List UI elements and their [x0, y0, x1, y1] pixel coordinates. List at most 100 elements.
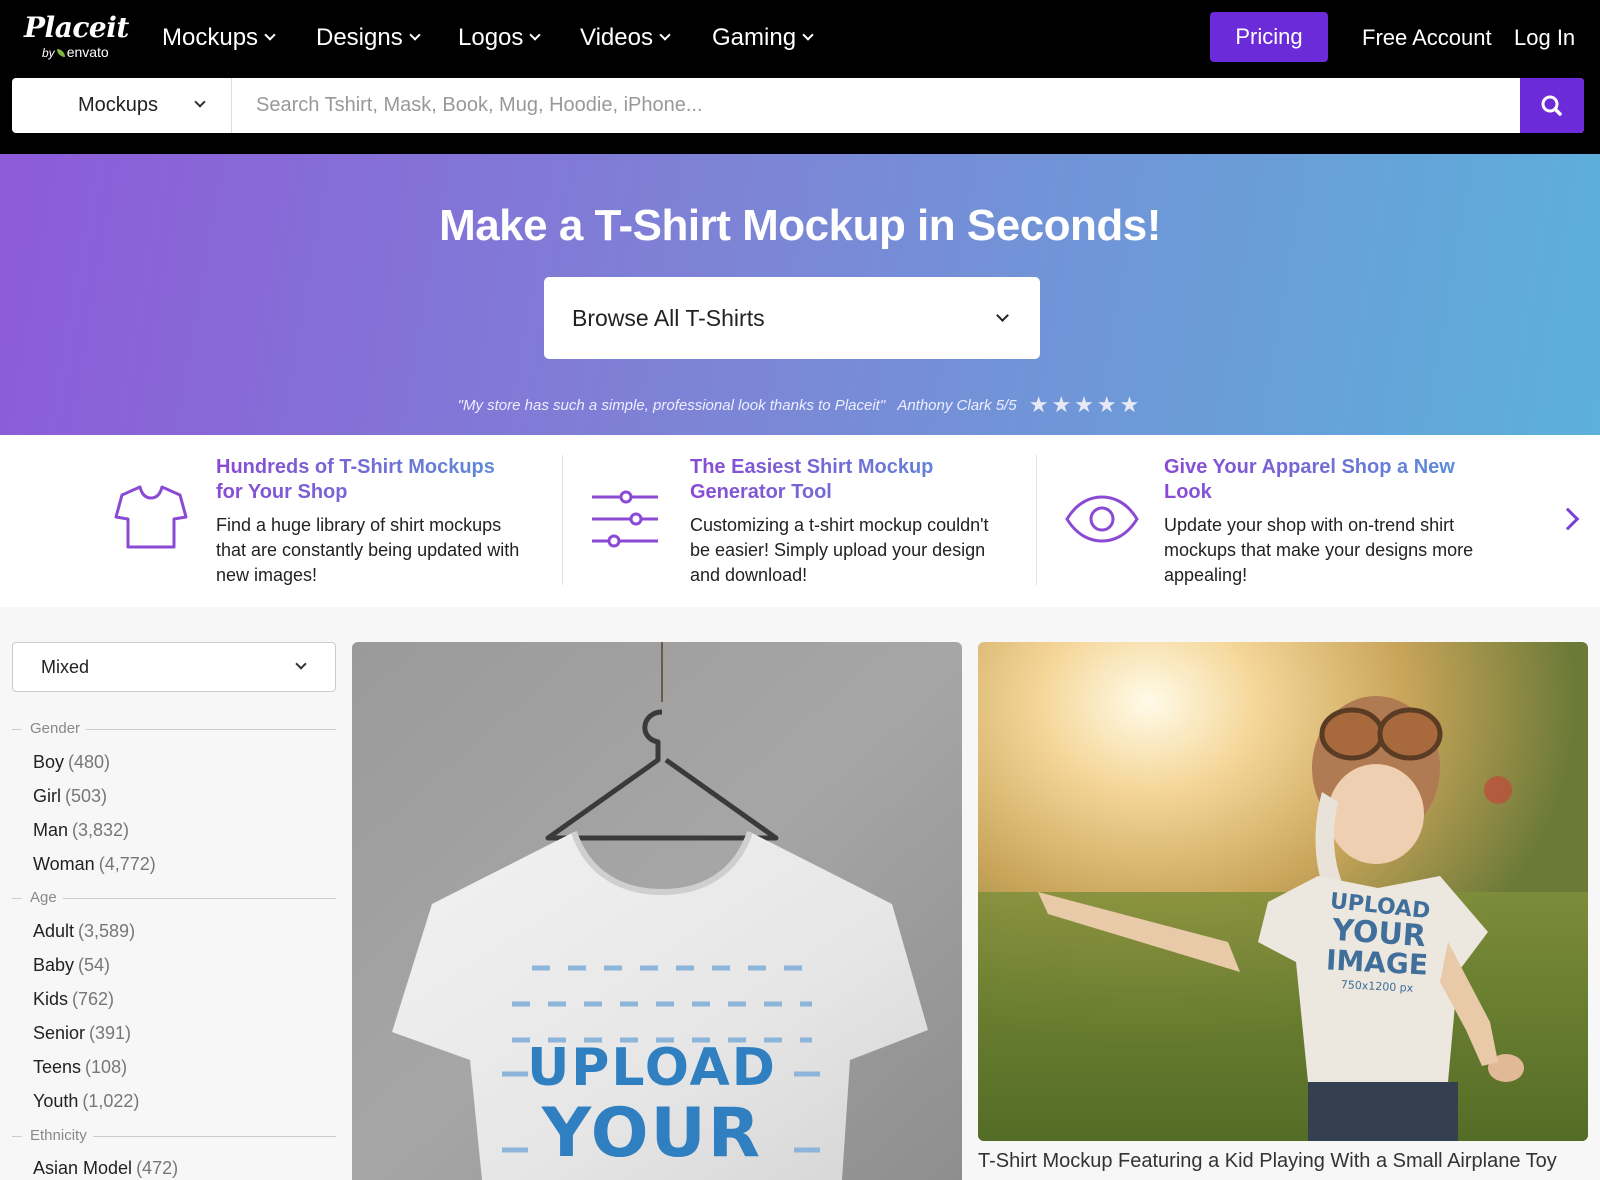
filter-item-asian-model[interactable]: Asian Model (472)	[33, 1156, 178, 1180]
free-account-link[interactable]: Free Account	[1362, 22, 1492, 54]
logo-by: by	[42, 46, 55, 60]
filter-count: (762)	[72, 989, 115, 1009]
nav-logos-label: Logos	[458, 24, 524, 51]
chevron-down-icon	[409, 29, 421, 41]
filter-label: Baby	[33, 955, 75, 975]
feature-title: The Easiest Shirt Mockup Generator Tool	[690, 455, 990, 505]
hero-title: Make a T-Shirt Mockup in Seconds!	[439, 201, 1161, 250]
filter-label: Asian Model	[33, 1158, 133, 1178]
card-caption[interactable]: T-Shirt Mockup Featuring a Kid Playing W…	[978, 1148, 1557, 1174]
sort-select[interactable]: Mixed	[12, 642, 336, 692]
nav-designs[interactable]: Designs	[316, 22, 421, 54]
eye-icon	[1065, 495, 1139, 543]
filter-group-title: Ethnicity	[30, 1127, 93, 1145]
feature-title: Give Your Apparel Shop a New Look	[1164, 455, 1464, 505]
filter-label: Youth	[33, 1091, 79, 1111]
feature-divider	[562, 455, 563, 585]
filter-label: Senior	[33, 1023, 86, 1043]
filter-item-kids[interactable]: Kids (762)	[33, 987, 114, 1011]
logo-byline: by envato	[42, 44, 109, 61]
nav-mockups-label: Mockups	[162, 24, 259, 51]
chevron-down-icon	[295, 658, 307, 670]
filter-count: (3,589)	[78, 921, 136, 941]
filter-group-age: Age	[12, 889, 336, 907]
testimonial: "My store has such a simple, professiona…	[0, 392, 1600, 419]
filter-count: (391)	[89, 1023, 132, 1043]
search-input[interactable]	[234, 78, 1530, 133]
features-strip: Hundreds of T-Shirt Mockups for Your Sho…	[0, 435, 1600, 607]
top-navigation-bar: Placeit by envato Mockups Designs Logos V…	[0, 0, 1600, 154]
search-bar: Mockups	[12, 78, 1584, 133]
pricing-button[interactable]: Pricing	[1210, 12, 1328, 62]
chevron-right-icon[interactable]	[1556, 507, 1580, 531]
chevron-down-icon	[194, 96, 206, 108]
tshirt-icon	[114, 485, 188, 549]
envato-leaf-icon	[56, 49, 65, 58]
mockup-card-hanger[interactable]: UPLOAD YOUR	[352, 642, 962, 1180]
filter-label: Adult	[33, 921, 75, 941]
chevron-down-icon	[264, 29, 276, 41]
filter-label: Girl	[33, 786, 61, 806]
search-icon	[1541, 95, 1562, 116]
filter-item-baby[interactable]: Baby (54)	[33, 953, 110, 977]
filter-label: Teens	[33, 1057, 82, 1077]
filter-count: (1,022)	[82, 1091, 140, 1111]
nav-gaming[interactable]: Gaming	[712, 22, 814, 54]
sliders-icon	[592, 490, 658, 548]
login-link[interactable]: Log In	[1514, 22, 1575, 54]
filter-count: (54)	[78, 955, 111, 975]
placeit-logo[interactable]: Placeit by envato	[24, 12, 134, 62]
filter-label: Woman	[33, 854, 95, 874]
filter-label: Kids	[33, 989, 69, 1009]
filter-item-man[interactable]: Man (3,832)	[33, 818, 129, 842]
chevron-down-icon	[996, 309, 1009, 322]
filter-count: (503)	[65, 786, 108, 806]
filter-count: (4,772)	[98, 854, 156, 874]
filter-item-girl[interactable]: Girl (503)	[33, 784, 107, 808]
print-text-image: IMAGE	[1325, 943, 1429, 982]
nav-videos-label: Videos	[580, 24, 653, 51]
filter-count: (108)	[85, 1057, 128, 1077]
sort-select-value: Mixed	[41, 657, 90, 677]
filter-count: (472)	[136, 1158, 179, 1178]
feature-title: Hundreds of T-Shirt Mockups for Your Sho…	[216, 455, 516, 505]
feature-description: Customizing a t-shirt mockup couldn't be…	[690, 515, 989, 585]
filter-item-boy[interactable]: Boy (480)	[33, 750, 110, 774]
browse-tshirts-select[interactable]: Browse All T-Shirts	[544, 277, 1040, 359]
browse-tshirts-label: Browse All T-Shirts	[572, 305, 765, 331]
filter-label: Man	[33, 820, 69, 840]
chevron-down-icon	[802, 29, 814, 41]
chevron-down-icon	[529, 29, 542, 41]
filter-item-youth[interactable]: Youth (1,022)	[33, 1089, 139, 1113]
feature-divider	[1036, 455, 1037, 585]
filter-group-gender: Gender	[12, 720, 336, 738]
filter-group-title: Gender	[30, 720, 87, 738]
chevron-down-icon	[659, 29, 671, 41]
nav-designs-label: Designs	[316, 24, 403, 51]
filter-item-senior[interactable]: Senior (391)	[33, 1021, 131, 1045]
filter-group-ethnicity: Ethnicity	[12, 1127, 336, 1145]
feature-description: Find a huge library of shirt mockups tha…	[216, 515, 520, 585]
nav-logos[interactable]: Logos	[458, 22, 542, 54]
feature-description: Update your shop with on-trend shirt moc…	[1164, 515, 1474, 585]
filter-item-teens[interactable]: Teens (108)	[33, 1055, 127, 1079]
filter-group-title: Age	[30, 889, 63, 907]
mockup-card-kid-airplane[interactable]: UPLOAD YOUR IMAGE 750x1200 px	[978, 642, 1588, 1141]
hero-banner: Make a T-Shirt Mockup in Seconds! Browse…	[0, 154, 1600, 435]
print-text-your: YOUR	[541, 1094, 763, 1173]
search-button[interactable]	[1520, 78, 1584, 133]
search-category-label: Mockups	[78, 94, 159, 116]
nav-gaming-label: Gaming	[712, 24, 797, 51]
filter-label: Boy	[33, 752, 65, 772]
filter-item-adult[interactable]: Adult (3,589)	[33, 919, 135, 943]
print-text-upload: UPLOAD	[527, 1038, 777, 1098]
filter-item-woman[interactable]: Woman (4,772)	[33, 852, 156, 876]
search-category-select[interactable]: Mockups	[12, 78, 232, 133]
filter-count: (480)	[68, 752, 111, 772]
rating-stars-icon: ★★★★★	[1028, 392, 1143, 417]
testimonial-author: Anthony Clark 5/5	[897, 397, 1017, 414]
nav-videos[interactable]: Videos	[580, 22, 671, 54]
logo-company: envato	[66, 44, 109, 60]
nav-mockups[interactable]: Mockups	[162, 22, 276, 54]
filter-count: (3,832)	[72, 820, 130, 840]
